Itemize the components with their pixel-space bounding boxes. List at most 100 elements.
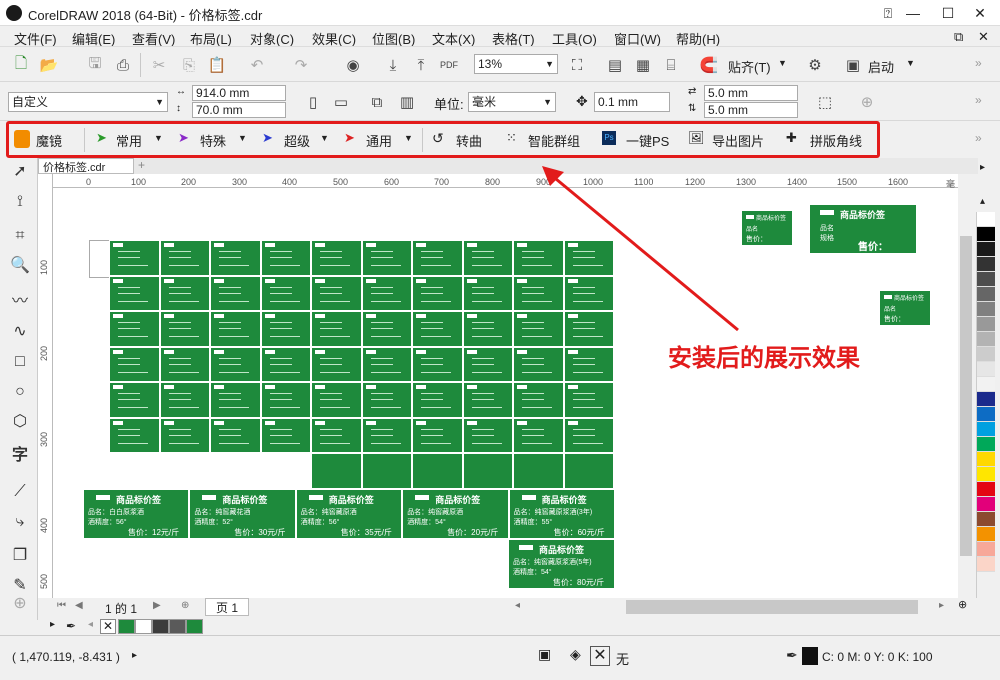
price-label-small[interactable] (462, 346, 513, 382)
price-label-small[interactable] (159, 346, 210, 382)
price-label-small[interactable] (412, 417, 463, 453)
outline-swatch[interactable] (802, 647, 818, 665)
ellipse-tool-icon[interactable]: ○ (8, 380, 32, 404)
launch-icon[interactable]: ▣ (842, 54, 864, 76)
drop-shadow-icon[interactable]: ❐ (8, 544, 32, 568)
rulers-icon[interactable]: ▤ (604, 54, 626, 76)
undo-icon[interactable]: ↶ (246, 54, 268, 76)
price-label-small[interactable] (311, 311, 362, 347)
palette-swatch[interactable] (977, 512, 995, 527)
price-label-small[interactable] (311, 346, 362, 382)
palette-swatch[interactable] (977, 557, 995, 572)
price-label-small[interactable] (361, 417, 412, 453)
document-tab[interactable]: 价格标签.cdr (38, 158, 134, 174)
current-page-icon[interactable]: ▥ (396, 91, 418, 113)
price-label-small[interactable] (311, 382, 362, 418)
palette-swatch[interactable] (977, 362, 995, 377)
palette-up-icon[interactable]: ▴ (980, 196, 985, 207)
palette-swatch[interactable] (977, 302, 995, 317)
price-label-small[interactable] (260, 311, 311, 347)
palette-swatch[interactable] (977, 272, 995, 287)
price-label-small[interactable] (563, 453, 614, 489)
pdf-icon[interactable]: PDF (438, 54, 460, 76)
palette-swatch[interactable] (977, 242, 995, 257)
price-label-small[interactable] (361, 275, 412, 311)
price-label-small[interactable] (513, 417, 564, 453)
palette-arrow-icon[interactable]: ▸ (980, 162, 985, 173)
prev-page-icon[interactable]: ◀ (75, 600, 83, 611)
price-label-small[interactable] (311, 275, 362, 311)
scroll-left-icon[interactable]: ◂ (515, 600, 520, 611)
import-icon[interactable]: ⤓ (382, 54, 404, 76)
scroll-right-icon[interactable]: ▸ (939, 600, 944, 611)
add-page-icon[interactable]: ⊕ (856, 91, 878, 113)
price-label-small[interactable] (513, 382, 564, 418)
drawing-canvas[interactable]: 商品标价签 品名：白白原浆酒 酒精度：56° 售价：12元/斤 商品标价签 品名：纯窖藏花… (53, 188, 958, 598)
scroll-thumb[interactable] (960, 236, 972, 556)
new-tab-icon[interactable]: + (138, 158, 145, 172)
duplicate-x-field[interactable]: 5.0 mm (704, 85, 798, 101)
restore-icon[interactable]: ⧉ (954, 29, 963, 45)
palette-swatch[interactable] (977, 467, 995, 482)
price-label-small[interactable] (260, 417, 311, 453)
price-label-small[interactable] (260, 240, 311, 276)
text-tool-icon[interactable]: 字 (8, 444, 32, 468)
crop-tool-icon[interactable]: ⌗ (8, 224, 32, 248)
portrait-icon[interactable]: ▯ (302, 91, 324, 113)
price-label-small[interactable] (462, 311, 513, 347)
price-label-small[interactable] (462, 453, 513, 489)
price-label-small[interactable] (462, 275, 513, 311)
big-label[interactable]: 商品标价签 品名：纯窖藏原浆酒(3年) 酒精度：55° 售价：60元/斤 (508, 489, 615, 539)
price-label-small[interactable] (159, 311, 210, 347)
redo-icon[interactable]: ↷ (290, 54, 312, 76)
palette-swatch[interactable] (977, 317, 995, 332)
palette-swatch[interactable] (977, 377, 995, 392)
artistic-media-icon[interactable]: ∿ (8, 320, 32, 344)
price-label-small[interactable] (109, 240, 160, 276)
palette-menu-icon[interactable]: ▸ (50, 619, 55, 630)
price-label-small[interactable] (109, 417, 160, 453)
page-tab[interactable]: 页 1 (205, 598, 249, 616)
price-label-small[interactable] (462, 382, 513, 418)
open-icon[interactable]: 📂 (38, 54, 60, 76)
close-button[interactable]: ✕ (960, 0, 1000, 26)
bleed-icon[interactable]: ⬚ (814, 91, 836, 113)
price-label-small[interactable] (412, 311, 463, 347)
price-label-small[interactable] (260, 275, 311, 311)
price-label-small[interactable] (210, 275, 261, 311)
palette-swatch[interactable] (977, 227, 995, 242)
big-label[interactable]: 商品标价签 品名：纯窖藏原酒 酒精度：54° 售价：20元/斤 (402, 489, 509, 539)
price-label-small[interactable] (311, 417, 362, 453)
all-pages-icon[interactable]: ⧉ (366, 91, 388, 113)
first-page-icon[interactable]: ⏮ (57, 600, 66, 611)
paste-icon[interactable]: 📋 (206, 54, 228, 76)
eyedropper-icon[interactable]: ✒ (66, 619, 76, 633)
doc-swatch[interactable] (135, 619, 152, 634)
price-label-small[interactable] (412, 382, 463, 418)
big-label[interactable]: 商品标价签 品名：纯窖藏原酒 酒精度：56° 售价：35元/斤 (295, 489, 403, 539)
doc-swatch[interactable] (152, 619, 169, 634)
palette-swatch[interactable] (977, 392, 995, 407)
price-label-small[interactable] (311, 240, 362, 276)
price-label-small[interactable] (563, 382, 614, 418)
rectangle-tool-icon[interactable]: □ (8, 350, 32, 374)
preview-label-small-2[interactable]: 商品标价签 品名 售价： (879, 290, 931, 326)
snap-icon[interactable]: 🧲 (698, 54, 720, 76)
preview-label-large[interactable]: 商品标价签 品名 规格 售价： (809, 204, 917, 254)
zoom-navigator-icon[interactable]: ⊕ (958, 598, 974, 616)
big-label-6[interactable]: 商品标价签 品名：纯窖藏原浆酒(5年) 酒精度：54° 售价：80元/斤 (508, 539, 615, 589)
status-menu-icon[interactable]: ▸ (132, 650, 137, 661)
next-page-icon[interactable]: ▶ (153, 600, 161, 611)
palette-swatch[interactable] (977, 422, 995, 437)
doc-close-icon[interactable]: ✕ (978, 29, 989, 45)
palette-left-icon[interactable]: ◂ (88, 619, 93, 630)
copy-icon[interactable]: ⎘ (178, 54, 200, 76)
freehand-tool-icon[interactable]: 〰 (8, 290, 32, 314)
palette-swatch[interactable] (977, 452, 995, 467)
add-page-icon[interactable]: ⊕ (181, 600, 189, 611)
palette-swatch[interactable] (977, 542, 995, 557)
price-label-small[interactable] (311, 453, 362, 489)
palette-swatch[interactable] (977, 527, 995, 542)
price-label-small[interactable] (210, 240, 261, 276)
no-color-swatch[interactable]: ✕ (100, 619, 116, 634)
